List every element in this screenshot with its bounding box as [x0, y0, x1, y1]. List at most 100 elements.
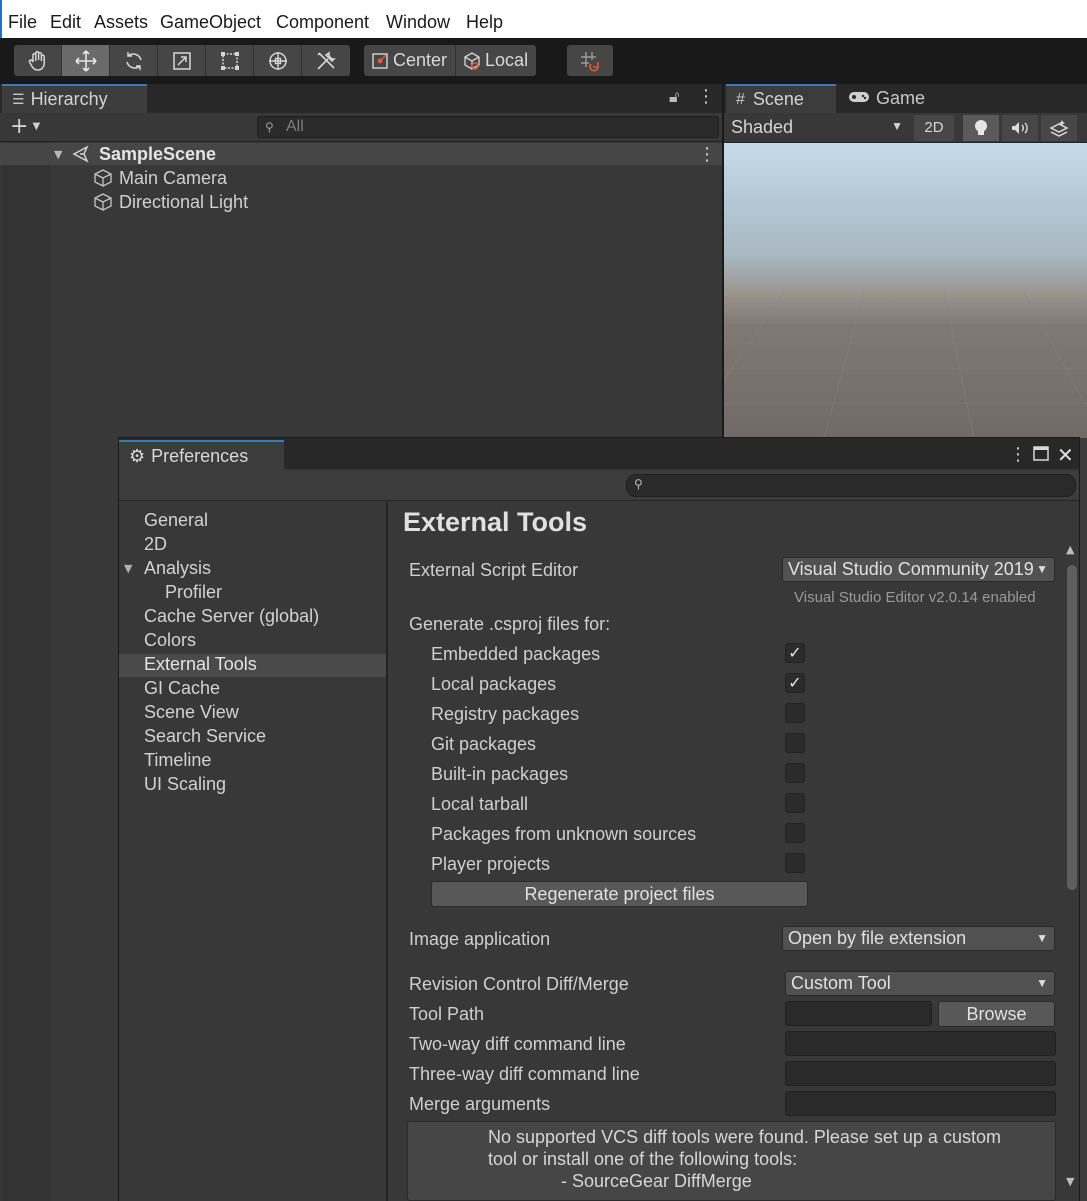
menu-window[interactable]: Window	[386, 12, 450, 33]
space-label: Local	[485, 50, 529, 70]
nav-item-search-service[interactable]: Search Service	[144, 726, 266, 747]
menu-bar: File Edit Assets GameObject Component Wi…	[0, 0, 1087, 1201]
lightbulb-icon	[975, 120, 987, 135]
scene-viewport[interactable]	[724, 143, 1087, 438]
hierarchy-item-directional-light[interactable]: Directional Light	[119, 192, 248, 213]
nav-item-cache-server[interactable]: Cache Server (global)	[144, 606, 319, 627]
diff-merge-dropdown[interactable]: Custom Tool ▼	[785, 971, 1055, 996]
kebab-menu-icon[interactable]: ⋮	[697, 86, 715, 107]
checkbox-builtin-packages[interactable]	[785, 763, 805, 783]
transform-tool-icon[interactable]	[254, 45, 302, 76]
checkbox-unknown-sources[interactable]	[785, 823, 805, 843]
nav-item-external-tools[interactable]: External Tools	[144, 654, 257, 675]
chevron-down-icon: ▼	[1033, 558, 1048, 581]
checkbox-embedded-packages[interactable]: ✓	[785, 643, 805, 663]
maximize-icon[interactable]	[1033, 446, 1049, 465]
add-object-button[interactable]: + ▼	[10, 116, 40, 138]
script-editor-note: Visual Studio Editor v2.0.14 enabled	[794, 589, 1036, 606]
image-app-label: Image application	[409, 929, 551, 949]
hierarchy-item-main-camera[interactable]: Main Camera	[119, 168, 227, 189]
rotate-tool-icon[interactable]	[110, 45, 158, 76]
three-way-diff-field[interactable]	[785, 1061, 1056, 1086]
lighting-toggle[interactable]	[963, 115, 999, 141]
move-tool-icon[interactable]	[62, 45, 110, 76]
script-editor-dropdown[interactable]: Visual Studio Community 2019 ▼	[782, 557, 1055, 582]
option-git-packages: Git packages	[431, 734, 537, 754]
tab-preferences[interactable]: ⚙ Preferences	[119, 440, 284, 471]
hierarchy-gutter	[2, 142, 50, 1201]
nav-item-general[interactable]: General	[144, 510, 208, 531]
scale-tool-icon[interactable]	[158, 45, 206, 76]
tool-path-field[interactable]	[785, 1001, 932, 1026]
space-toggle[interactable]: Local	[456, 45, 536, 76]
expand-arrow-icon[interactable]: ▼	[54, 148, 62, 161]
grid-icon: #	[736, 90, 745, 108]
preferences-search-input[interactable]: ⚲	[626, 474, 1076, 497]
page-title: External Tools	[403, 507, 588, 537]
mode-2d-toggle[interactable]: 2D	[914, 115, 954, 141]
two-way-diff-field[interactable]	[785, 1031, 1056, 1056]
shading-mode-dropdown[interactable]: Shaded ▼	[731, 117, 903, 138]
help-text-line2: tool or install one of the following too…	[488, 1149, 798, 1169]
nav-item-gi-cache[interactable]: GI Cache	[144, 678, 220, 699]
grid-snap-icon	[581, 51, 599, 71]
content-scrollbar[interactable]: ▲ ▼	[1062, 543, 1082, 1193]
checkbox-git-packages[interactable]	[785, 733, 805, 753]
image-app-value: Open by file extension	[788, 928, 967, 948]
scroll-down-icon[interactable]: ▼	[1066, 1175, 1074, 1188]
checkbox-local-packages[interactable]: ✓	[785, 673, 805, 693]
nav-item-2d[interactable]: 2D	[144, 534, 167, 555]
menu-component[interactable]: Component	[276, 12, 369, 33]
tab-game[interactable]: Game	[848, 84, 948, 113]
nav-item-colors[interactable]: Colors	[144, 630, 196, 651]
three-way-diff-label: Three-way diff command line	[409, 1064, 640, 1084]
pivot-toggle[interactable]: Center	[364, 45, 457, 76]
lock-icon[interactable]: 🔓︎	[669, 87, 679, 107]
menu-file[interactable]: File	[8, 12, 37, 33]
window-menu-icon[interactable]: ⋮	[1009, 444, 1027, 465]
hierarchy-search-input[interactable]: ⚲ All	[257, 116, 719, 138]
menu-help[interactable]: Help	[466, 12, 503, 33]
menu-gameobject[interactable]: GameObject	[160, 12, 261, 33]
nav-item-profiler[interactable]: Profiler	[165, 582, 222, 603]
cube-icon	[92, 167, 114, 193]
main-toolbar: Center Local	[0, 38, 1087, 84]
tab-hierarchy[interactable]: ☰ Hierarchy	[2, 84, 147, 113]
expand-arrow-icon[interactable]: ▼	[124, 562, 132, 575]
merge-arguments-label: Merge arguments	[409, 1094, 551, 1114]
audio-toggle[interactable]	[1002, 115, 1038, 141]
hierarchy-tab-label: Hierarchy	[30, 89, 108, 109]
cube-icon	[92, 191, 114, 217]
effects-toggle[interactable]	[1041, 115, 1077, 141]
scene-ground-grid	[724, 292, 1087, 438]
menu-edit[interactable]: Edit	[50, 12, 81, 33]
nav-item-timeline[interactable]: Timeline	[144, 750, 211, 771]
scroll-up-icon[interactable]: ▲	[1066, 543, 1074, 556]
nav-item-ui-scaling[interactable]: UI Scaling	[144, 774, 226, 795]
tab-scene[interactable]: # Scene	[726, 84, 836, 113]
grid-snap-button[interactable]	[567, 45, 613, 76]
browse-button[interactable]: Browse	[938, 1001, 1055, 1027]
option-builtin-packages: Built-in packages	[431, 764, 569, 784]
vcs-help-box: No supported VCS diff tools were found. …	[407, 1121, 1056, 1201]
chevron-down-icon: ▼	[32, 121, 41, 132]
checkbox-player-projects[interactable]	[785, 853, 805, 873]
regenerate-project-files-button[interactable]: Regenerate project files	[431, 881, 808, 907]
rect-tool-icon[interactable]	[206, 45, 254, 76]
merge-arguments-field[interactable]	[785, 1091, 1056, 1116]
custom-tool-icon[interactable]	[302, 45, 350, 76]
script-editor-value: Visual Studio Community 2019	[788, 559, 1034, 579]
gamepad-icon	[848, 88, 870, 109]
checkmark-icon: ✓	[788, 643, 802, 662]
option-player-projects: Player projects	[431, 854, 551, 874]
scrollbar-thumb[interactable]	[1067, 565, 1077, 890]
image-app-dropdown[interactable]: Open by file extension ▼	[782, 926, 1055, 951]
close-icon[interactable]: ✕	[1057, 443, 1074, 467]
hand-tool-icon[interactable]	[14, 45, 62, 76]
nav-item-analysis[interactable]: Analysis	[144, 558, 211, 579]
scene-menu-icon[interactable]: ⋮	[698, 144, 716, 165]
menu-assets[interactable]: Assets	[94, 12, 148, 33]
checkbox-local-tarball[interactable]	[785, 793, 805, 813]
nav-item-scene-view[interactable]: Scene View	[144, 702, 239, 723]
checkbox-registry-packages[interactable]	[785, 703, 805, 723]
